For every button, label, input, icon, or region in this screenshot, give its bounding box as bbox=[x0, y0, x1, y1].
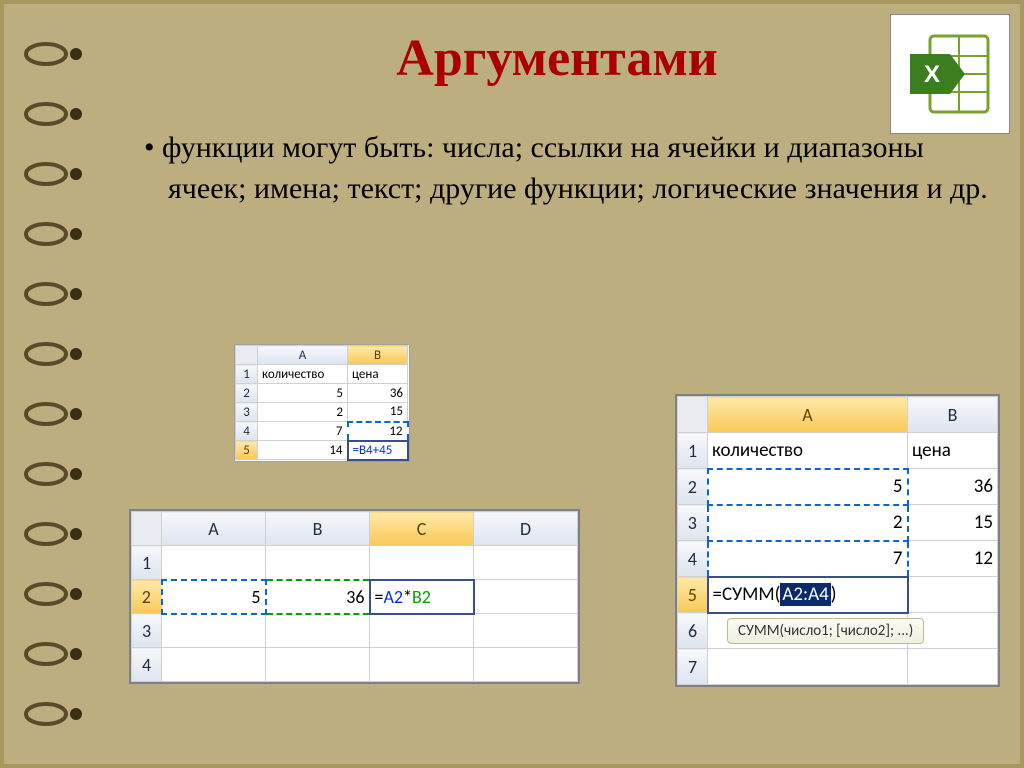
table-cell: 15 bbox=[908, 505, 998, 541]
formula-ref: A2 bbox=[383, 586, 403, 608]
col-header: A bbox=[162, 512, 266, 546]
table-cell: 15 bbox=[348, 403, 408, 422]
table-cell: 5 bbox=[258, 384, 348, 403]
col-header: C bbox=[370, 512, 474, 546]
table-cell: 14 bbox=[258, 441, 348, 460]
table-cell: 5 bbox=[162, 580, 266, 614]
cell-header: цена bbox=[908, 433, 998, 469]
cell-header: количество bbox=[708, 433, 908, 469]
excel-logo-icon: X bbox=[890, 14, 1010, 134]
table-cell-formula: =B4+45 bbox=[348, 441, 408, 460]
formula-range: A2:A4 bbox=[780, 583, 830, 606]
table-cell: 2 bbox=[708, 505, 908, 541]
table-cell: 7 bbox=[258, 422, 348, 441]
table-cell: 7 bbox=[708, 541, 908, 577]
table-cell: 12 bbox=[908, 541, 998, 577]
table-cell: 36 bbox=[348, 384, 408, 403]
spiral-binding bbox=[24, 4, 94, 764]
formula-text: =B4+45 bbox=[353, 443, 393, 458]
function-tooltip: СУММ(число1; [число2]; ...) bbox=[727, 618, 924, 644]
table-cell: 36 bbox=[266, 580, 370, 614]
bullet-text: функции могут быть: числа; ссылки на яче… bbox=[144, 128, 990, 209]
slide-content: X Аргументами функции могут быть: числа;… bbox=[104, 14, 1010, 754]
table-cell: 5 bbox=[708, 469, 908, 505]
cell-header: цена bbox=[348, 365, 408, 384]
formula-ref: B2 bbox=[412, 586, 431, 608]
table-cell: 36 bbox=[908, 469, 998, 505]
cell-header: количество bbox=[258, 365, 348, 384]
table-cell-formula: =СУММ(A2:A4) bbox=[708, 577, 908, 613]
col-header: D bbox=[474, 512, 578, 546]
table-cell: 2 bbox=[258, 403, 348, 422]
slide-title: Аргументами bbox=[104, 29, 1010, 88]
mini-sheet-sum: A B 1 количество цена 2 5 36 3 2 15 4 7 bbox=[675, 394, 1000, 687]
col-header: A bbox=[708, 397, 908, 433]
col-header: B bbox=[908, 397, 998, 433]
table-cell-referenced: 12 bbox=[348, 422, 408, 441]
col-header: A bbox=[258, 346, 348, 365]
mini-sheet-reference: A B 1 количество цена 2 5 36 3 2 15 4 7 bbox=[234, 344, 410, 462]
col-header: B bbox=[266, 512, 370, 546]
table-cell-formula: =A2*B2 bbox=[370, 580, 474, 614]
mini-sheet-multiply: A B C D 1 2 5 36 =A2*B2 3 4 bbox=[129, 509, 580, 684]
svg-text:X: X bbox=[924, 61, 940, 88]
col-header: B bbox=[348, 346, 408, 365]
